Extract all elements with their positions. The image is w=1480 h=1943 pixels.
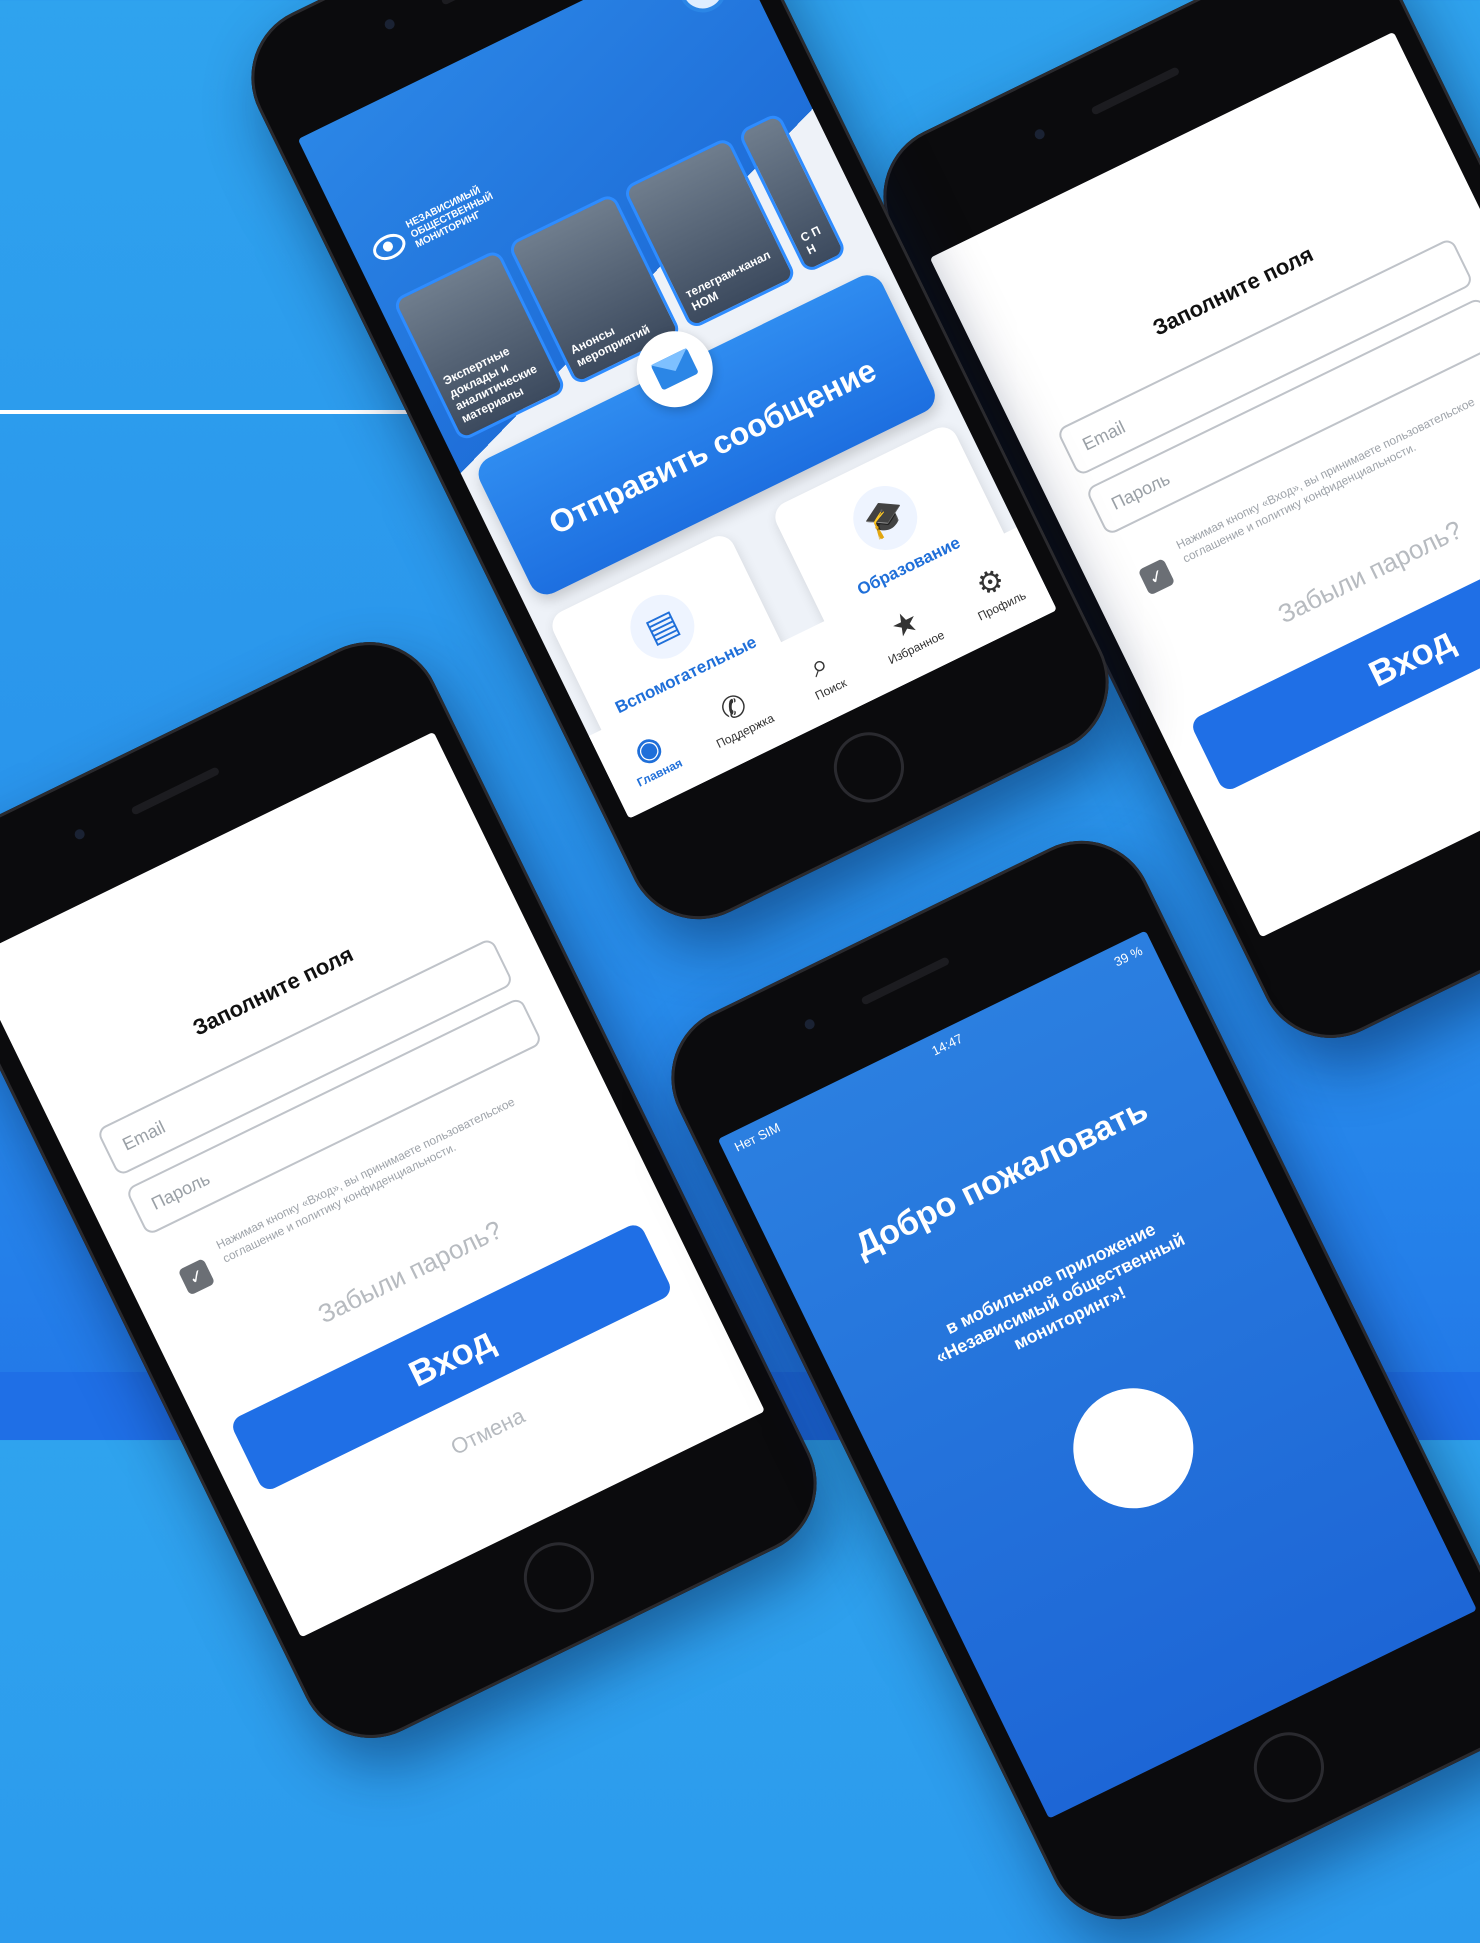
tab-search[interactable]: ⌕ Поиск <box>776 633 870 713</box>
earpiece-speaker <box>860 956 951 1006</box>
terms-checkbox[interactable]: ✓ <box>177 1258 216 1296</box>
clock: 14:47 <box>929 1030 966 1059</box>
earpiece-speaker <box>1090 66 1181 116</box>
login-button[interactable]: Вход <box>1189 521 1480 794</box>
avatar[interactable] <box>670 0 735 21</box>
tab-home[interactable]: ◉ Главная <box>605 716 699 796</box>
home-button[interactable] <box>1472 830 1480 925</box>
front-camera <box>382 17 397 31</box>
home-button[interactable] <box>512 1530 606 1625</box>
terms-checkbox[interactable]: ✓ <box>1137 558 1176 596</box>
welcome-logo <box>1053 1368 1214 1529</box>
carrier-label: Нет SIM <box>732 1119 783 1155</box>
tab-favorites[interactable]: ★ Избранное <box>862 591 956 671</box>
battery-level: 39 % <box>1111 942 1145 970</box>
earpiece-speaker <box>130 766 221 816</box>
logo-text: НЕЗАВИСИМЫЙ ОБЩЕСТВЕННЫЙ МОНИТОРИНГ <box>404 185 496 251</box>
tab-support[interactable]: ✆ Поддержка <box>690 675 784 755</box>
front-camera <box>1032 127 1047 141</box>
tab-profile[interactable]: ⚙ Профиль <box>947 550 1041 630</box>
document-icon: ▤ <box>619 583 706 670</box>
front-camera <box>802 1017 817 1031</box>
graduation-cap-icon: 🎓 <box>842 475 929 561</box>
earpiece-speaker <box>440 0 531 6</box>
accent-line <box>0 410 430 414</box>
home-button[interactable] <box>822 720 916 815</box>
front-camera <box>72 827 87 841</box>
eye-logo-icon <box>368 228 410 265</box>
home-button[interactable] <box>1242 1720 1336 1815</box>
welcome-screen: Нет SIM 14:47 39 % Добро пожаловать в мо… <box>717 930 1477 1819</box>
